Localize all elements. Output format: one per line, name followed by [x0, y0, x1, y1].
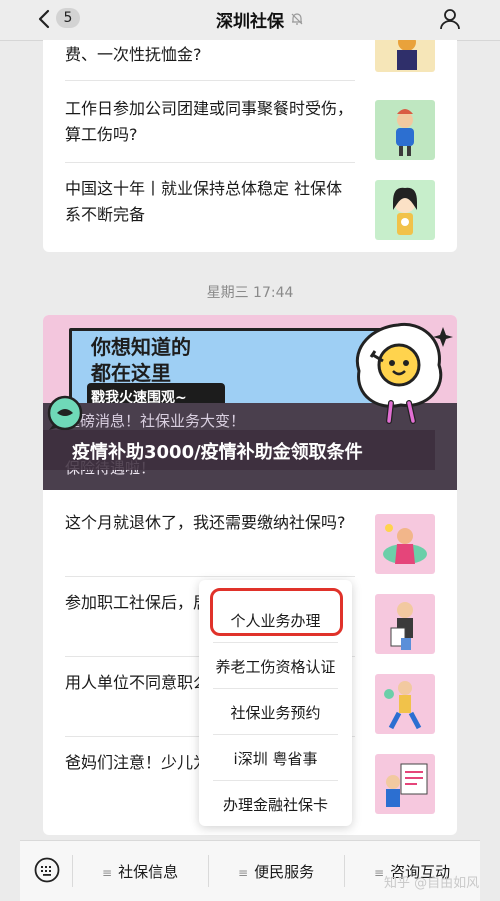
message-timestamp: 星期三 17:44	[206, 285, 294, 301]
menu-item-social-card[interactable]: 办理金融社保卡	[199, 794, 352, 815]
divider	[65, 162, 355, 163]
divider	[65, 576, 355, 577]
tab-divider	[344, 855, 345, 887]
menu-divider	[213, 688, 338, 689]
watermark: 知乎 @自由如风	[384, 876, 480, 891]
tab-label: 便民服务	[254, 863, 315, 881]
keyboard-toggle-icon[interactable]	[34, 857, 60, 883]
article-title: 中国这十年丨就业保持总体稳定 社保体系不断完备	[65, 179, 343, 224]
tab-divider	[208, 855, 209, 887]
wechat-chat-screen: 5 深圳社保 费、一次性抚恤金? 工作日参加公司团建或同事聚餐时受伤，算工伤吗?…	[0, 0, 500, 901]
article-thumbnail	[375, 754, 435, 814]
article-thumbnail	[375, 594, 435, 654]
tab-social-info[interactable]: ≡ 社保信息	[102, 861, 178, 882]
banner-headline-1: 你想知道的	[91, 335, 191, 359]
article-thumbnail	[375, 100, 435, 160]
article-thumbnail	[375, 514, 435, 574]
profile-person-icon[interactable]	[438, 7, 462, 31]
menu-item-ishenzhen[interactable]: i深圳 粤省事	[199, 748, 352, 769]
article-card-1: 费、一次性抚恤金? 工作日参加公司团建或同事聚餐时受伤，算工伤吗? 中国这十年丨…	[43, 40, 457, 252]
menu-item-qualification-cert[interactable]: 养老工伤资格认证	[199, 656, 352, 677]
menu-item-appointment[interactable]: 社保业务预约	[199, 702, 352, 723]
article-title: 工作日参加公司团建或同事聚餐时受伤，算工伤吗?	[65, 99, 354, 144]
article-thumbnail	[375, 40, 435, 72]
menu-divider	[213, 780, 338, 781]
list-item[interactable]: 中国这十年丨就业保持总体稳定 社保体系不断完备	[65, 176, 435, 252]
overlay-caption: 疫情补助3000/疫情补助金领取条件	[72, 442, 363, 463]
menu-divider	[213, 734, 338, 735]
fried-egg-mascot-icon	[355, 322, 453, 424]
menu-lines-icon: ≡	[238, 866, 249, 880]
bottom-menu-bar: ≡ 社保信息 ≡ 便民服务 ≡ 咨询互动	[20, 840, 480, 901]
menu-divider	[213, 642, 338, 643]
divider	[65, 80, 355, 81]
tab-label: 社保信息	[118, 863, 179, 881]
page-title: 深圳社保	[216, 12, 284, 32]
speech-bubble-icon	[47, 395, 83, 431]
highlight-annotation-box	[210, 588, 343, 636]
list-item[interactable]: 这个月就退休了，我还需要缴纳社保吗?	[65, 510, 435, 590]
list-item[interactable]: 工作日参加公司团建或同事聚餐时受伤，算工伤吗?	[65, 96, 435, 176]
top-nav-bar: 5 深圳社保	[0, 0, 500, 41]
menu-lines-icon: ≡	[102, 866, 113, 880]
article-title: 这个月就退休了，我还需要缴纳社保吗?	[65, 513, 346, 532]
banner-headline-2: 都在这里	[91, 361, 171, 385]
tab-divider	[72, 855, 73, 887]
mute-bell-icon	[291, 13, 303, 25]
article-thumbnail	[375, 180, 435, 240]
tab-convenience-service[interactable]: ≡ 便民服务	[238, 861, 314, 882]
article-title: 费、一次性抚恤金?	[65, 45, 202, 64]
banner-subtitle: 重磅消息！社保业务大变！	[65, 412, 246, 430]
article-thumbnail	[375, 674, 435, 734]
menu-lines-icon: ≡	[374, 866, 385, 880]
